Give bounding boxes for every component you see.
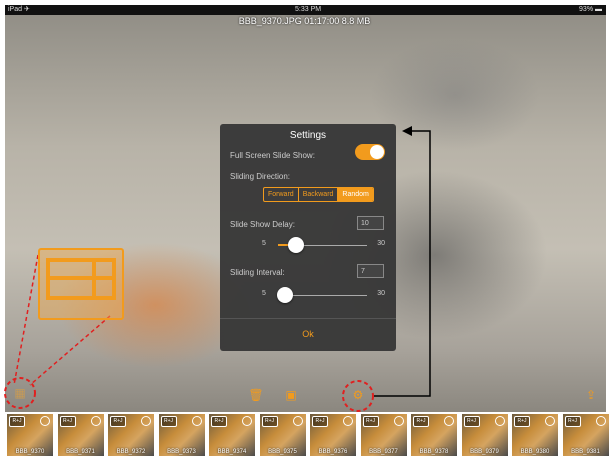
thumbnail-label: BBB_9378 (419, 449, 449, 455)
select-circle-icon[interactable] (191, 416, 202, 426)
delay-min-label: 5 (262, 240, 266, 247)
interval-max-label: 30 (377, 290, 385, 297)
file-info-caption: BBB_9370.JPG 01:17:00 8.8 MB (238, 16, 371, 26)
thumbnail-label: BBB_9370 (15, 449, 45, 455)
interval-label: Sliding Interval: (230, 268, 285, 277)
raw-jpeg-badge: R+J (211, 416, 227, 427)
grid-line (46, 258, 50, 300)
raw-jpeg-badge: R+J (413, 416, 429, 427)
thumbnail-label: BBB_9379 (470, 449, 499, 455)
raw-jpeg-badge: R+J (463, 416, 480, 427)
raw-jpeg-badge: R+J (9, 416, 25, 427)
thumbnail-label: BBB_9372 (116, 449, 146, 455)
thumbnail[interactable]: R+J BBB_9375 (259, 414, 306, 456)
direction-random-button[interactable]: Random (338, 188, 373, 201)
device-label: iPad ✈ (8, 6, 30, 13)
delay-input[interactable]: 10 (357, 216, 384, 230)
direction-segmented-control: Forward Backward Random (263, 187, 374, 202)
thumbnail[interactable]: R+J BBB_9370 (7, 414, 53, 456)
image-icon[interactable]: ▣ (283, 388, 299, 402)
settings-divider (220, 318, 396, 319)
select-circle-icon[interactable] (90, 416, 101, 426)
interval-slider[interactable]: 5 30 (230, 287, 385, 303)
select-circle-icon[interactable] (141, 416, 151, 426)
thumbnail[interactable]: R+J BBB_9381 (562, 414, 609, 456)
ok-button[interactable]: Ok (220, 329, 396, 339)
select-circle-icon[interactable] (343, 416, 353, 426)
raw-jpeg-badge: R+J (564, 416, 581, 427)
select-circle-icon[interactable] (595, 416, 606, 426)
trash-icon[interactable]: 🗑 (248, 388, 264, 402)
settings-title: Settings (289, 130, 327, 141)
grid-line (46, 296, 116, 300)
thumbnail-label: BBB_9375 (268, 449, 297, 455)
thumbnail-label: BBB_9373 (167, 449, 196, 455)
thumbnail-strip: R+J BBB_9370 R+J BBB_9371 R+J BBB_9372 R+J BBB_… (5, 412, 609, 457)
gear-icon[interactable]: ⚙ (350, 388, 366, 402)
direction-forward-button[interactable]: Forward (264, 188, 299, 201)
thumbnail[interactable]: R+J BBB_9376 (310, 414, 356, 456)
thumbnail-label: BBB_9377 (369, 449, 398, 455)
raw-jpeg-badge: R+J (59, 416, 76, 427)
select-circle-icon[interactable] (40, 416, 50, 426)
thumbnail[interactable]: R+J BBB_9374 (209, 414, 255, 456)
thumbnail-label: BBB_9371 (66, 449, 95, 455)
raw-jpeg-badge: R+J (312, 416, 328, 427)
battery-status: 93% ▬ (579, 6, 602, 13)
thumbnail[interactable]: R+J BBB_9377 (360, 414, 407, 456)
settings-popover: Settings Full Screen Slide Show: Sliding… (220, 124, 396, 351)
layout-icon-zoom (38, 248, 124, 320)
raw-jpeg-badge: R+J (514, 416, 530, 427)
grid-line (112, 258, 116, 300)
thumbnail[interactable]: R+J BBB_9380 (512, 414, 558, 456)
select-circle-icon[interactable] (545, 416, 555, 426)
grid-layout-icon[interactable]: ▦ (12, 386, 28, 400)
fullscreen-toggle[interactable] (355, 144, 385, 160)
select-circle-icon[interactable] (242, 416, 252, 426)
thumbnail-label: BBB_9381 (571, 449, 600, 455)
status-bar: iPad ✈ 5:33 PM 93% ▬ (5, 5, 606, 15)
direction-backward-button[interactable]: Backward (299, 188, 339, 201)
thumbnail[interactable]: R+J BBB_9372 (108, 414, 154, 456)
fullscreen-label: Full Screen Slide Show: (230, 151, 315, 160)
select-circle-icon[interactable] (393, 416, 404, 426)
thumbnail[interactable]: R+J BBB_9371 (57, 414, 104, 456)
grid-line (92, 258, 96, 300)
thumbnail[interactable]: R+J BBB_9378 (411, 414, 457, 456)
grid-line (46, 276, 116, 280)
interval-input[interactable]: 7 (357, 264, 384, 278)
delay-slider[interactable]: 5 30 (230, 237, 385, 253)
select-circle-icon[interactable] (444, 416, 454, 426)
thumbnail-label: BBB_9376 (318, 449, 348, 455)
direction-label: Sliding Direction: (230, 172, 291, 181)
thumbnail[interactable]: R+J BBB_9379 (461, 414, 508, 456)
thumbnail[interactable]: R+J BBB_9373 (158, 414, 205, 456)
select-circle-icon[interactable] (292, 416, 303, 426)
delay-slider-thumb[interactable] (287, 237, 304, 253)
app-screen: iPad ✈ 5:33 PM 93% ▬ BBB_9370.JPG 01:17:… (0, 0, 609, 457)
status-time: 5:33 PM (295, 6, 322, 13)
raw-jpeg-badge: R+J (160, 416, 177, 427)
share-icon[interactable]: ⇪ (583, 388, 599, 402)
interval-min-label: 5 (262, 290, 266, 297)
raw-jpeg-badge: R+J (261, 416, 278, 427)
thumbnail-label: BBB_9374 (217, 449, 247, 455)
toggle-knob (370, 145, 384, 159)
delay-max-label: 30 (377, 240, 385, 247)
raw-jpeg-badge: R+J (110, 416, 126, 427)
raw-jpeg-badge: R+J (362, 416, 379, 427)
delay-label: Slide Show Delay: (230, 220, 295, 229)
interval-slider-thumb[interactable] (277, 287, 294, 303)
thumbnail-label: BBB_9380 (520, 449, 550, 455)
select-circle-icon[interactable] (494, 416, 505, 426)
grid-line (46, 258, 116, 262)
